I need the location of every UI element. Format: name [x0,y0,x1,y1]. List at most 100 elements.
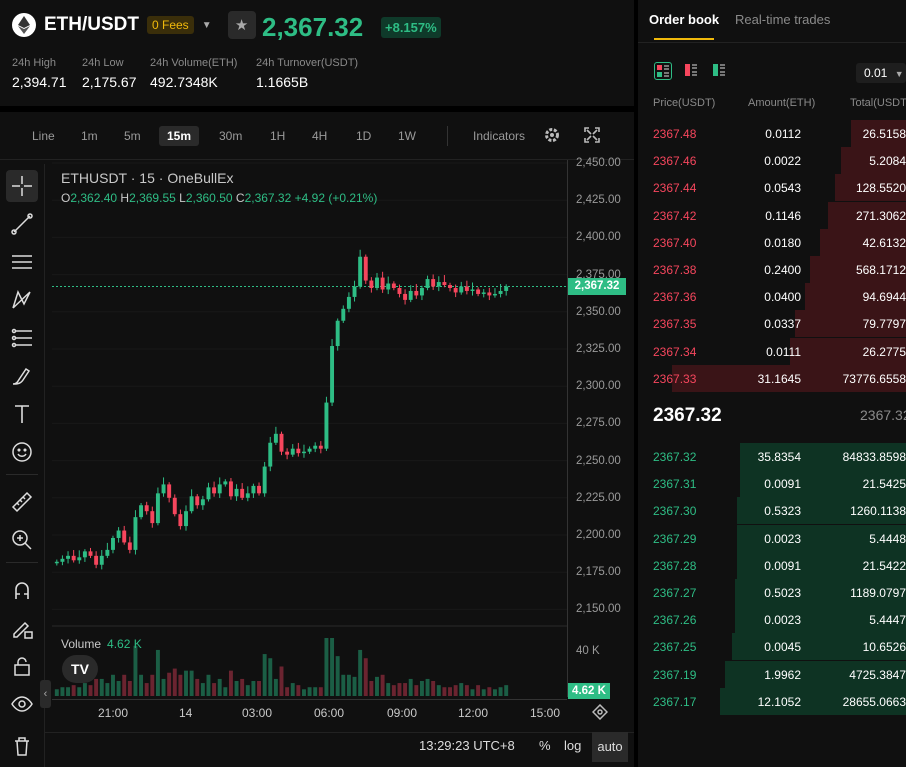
magnet-icon[interactable] [6,574,38,606]
crosshair-icon[interactable] [6,170,38,202]
favorite-button[interactable]: ★ [227,11,256,39]
volume-bar [459,683,464,696]
bid-row[interactable]: 2367.31 0.0091 21.5425 [638,470,906,498]
lock-icon[interactable] [6,650,38,682]
volume-bar [335,656,340,696]
price-chart[interactable] [52,160,567,697]
tf-1d[interactable]: 1D [348,126,379,146]
mid-price: 2367.32 [653,405,722,426]
log-toggle[interactable]: log [564,738,581,753]
chevron-down-icon[interactable]: ▼ [202,20,212,31]
volume-bar [307,687,312,696]
view-bids-icon[interactable] [711,62,729,80]
lock-pen-icon[interactable] [6,612,38,644]
tf-1h[interactable]: 1H [262,126,293,146]
volume-bar [487,687,492,696]
column-amount: Amount(ETH) [748,97,816,109]
emoji-icon[interactable] [6,436,38,468]
candle [200,499,205,506]
precision-select[interactable]: 0.01 ▼ [856,63,906,83]
trendline-icon[interactable] [6,208,38,240]
chevron-down-icon: ▼ [894,69,904,79]
ask-row[interactable]: 2367.48 0.0112 26.5158 [638,120,906,147]
horizontal-lines-icon[interactable] [6,246,38,278]
brush-icon[interactable] [6,360,38,392]
settings-icon[interactable] [544,127,560,148]
ask-total: 42.6132 [862,235,906,250]
pair-selector[interactable]: ETH/USDT 0 Fees ▼ ★ [12,11,256,39]
price-axis[interactable]: 2,450.00 2,425.00 2,400.00 2,375.00 2,350.00… [567,157,634,697]
ask-row[interactable]: 2367.35 0.0337 79.7797 [638,310,906,338]
candle [178,514,183,527]
ask-row[interactable]: 2367.38 0.2400 568.1712 [638,256,906,283]
indicators-button[interactable]: Indicators [465,126,533,146]
ruler-icon[interactable] [6,486,38,518]
ask-row[interactable]: 2367.33 31.1645 73776.6558 [638,364,906,392]
bid-row[interactable]: 2367.30 0.5323 1260.1138 [638,497,906,525]
candle [223,481,228,485]
eye-icon[interactable] [6,688,38,720]
pattern-icon[interactable] [6,284,38,316]
zoom-in-icon[interactable] [6,524,38,556]
ask-row[interactable]: 2367.42 0.1146 271.3062 [638,201,906,229]
tf-1w[interactable]: 1W [390,126,424,146]
ask-row[interactable]: 2367.36 0.0400 94.6944 [638,283,906,311]
view-asks-icon[interactable] [683,62,701,80]
volume-bar [223,687,228,696]
candle [464,286,469,291]
bid-price: 2367.19 [653,667,697,682]
bid-row[interactable]: 2367.19 1.9962 4725.3847 [638,660,906,688]
time-label: 14 [179,706,193,720]
auto-toggle[interactable]: auto [592,732,628,762]
tab-real-time-trades[interactable]: Real-time trades [735,12,830,27]
tf-line[interactable]: Line [24,126,63,146]
volume-bar [257,681,261,696]
tf-15m[interactable]: 15m [159,126,200,146]
ask-amount: 0.0337 [764,317,801,332]
bid-amount: 0.0023 [764,531,801,546]
bid-row[interactable]: 2367.28 0.0091 21.5422 [638,551,906,579]
candle [419,287,424,296]
collapse-icon[interactable]: ‹ [40,680,51,708]
ohlc-change: +4.92 (+0.21%) [294,191,378,205]
pair-name[interactable]: ETH/USDT [44,14,139,36]
tab-order-book[interactable]: Order book [649,12,719,27]
tf-1m[interactable]: 1m [73,126,106,146]
trash-icon[interactable] [6,730,38,762]
time-label: 09:00 [387,706,418,720]
tf-30m[interactable]: 30m [211,126,250,146]
price-axis-label: 2,425.00 [576,194,621,207]
fullscreen-icon[interactable] [584,127,600,148]
stat-label: 24h Low [82,57,124,69]
time-axis[interactable]: 21:00 14 03:00 06:00 09:00 12:00 15:00 [52,699,567,725]
bid-price: 2367.29 [653,531,697,546]
bid-row[interactable]: 2367.32 35.8354 84833.8598 [638,443,906,470]
text-icon[interactable] [6,398,38,430]
volume-bar [346,674,351,696]
view-both-icon[interactable] [654,62,672,80]
volume-bar [71,685,76,696]
ask-row[interactable]: 2367.40 0.0180 42.6132 [638,228,906,256]
volume-bar [150,674,155,696]
bid-row[interactable]: 2367.29 0.0023 5.4448 [638,524,906,552]
percent-toggle[interactable]: % [539,738,551,753]
tf-5m[interactable]: 5m [116,126,149,146]
ask-row[interactable]: 2367.46 0.0022 5.2084 [638,147,906,175]
candle [498,290,503,294]
bid-row[interactable]: 2367.25 0.0045 10.6526 [638,633,906,661]
candle [155,493,160,524]
volume-bar [144,683,149,696]
bid-row[interactable]: 2367.17 12.1052 28655.0663 [638,687,906,715]
goto-icon[interactable] [591,703,609,725]
fib-icon[interactable] [6,322,38,354]
ask-row[interactable]: 2367.44 0.0543 128.5520 [638,174,906,202]
ask-price: 2367.38 [653,263,697,277]
candle [206,487,211,500]
divider [447,126,448,146]
bid-total: 1189.0797 [850,586,906,600]
tf-4h[interactable]: 4H [304,126,335,146]
volume-axis-label: 40 K [576,645,600,657]
bid-row[interactable]: 2367.27 0.5023 1189.0797 [638,579,906,606]
bid-row[interactable]: 2367.26 0.0023 5.4447 [638,606,906,634]
ask-row[interactable]: 2367.34 0.0111 26.2775 [638,337,906,365]
